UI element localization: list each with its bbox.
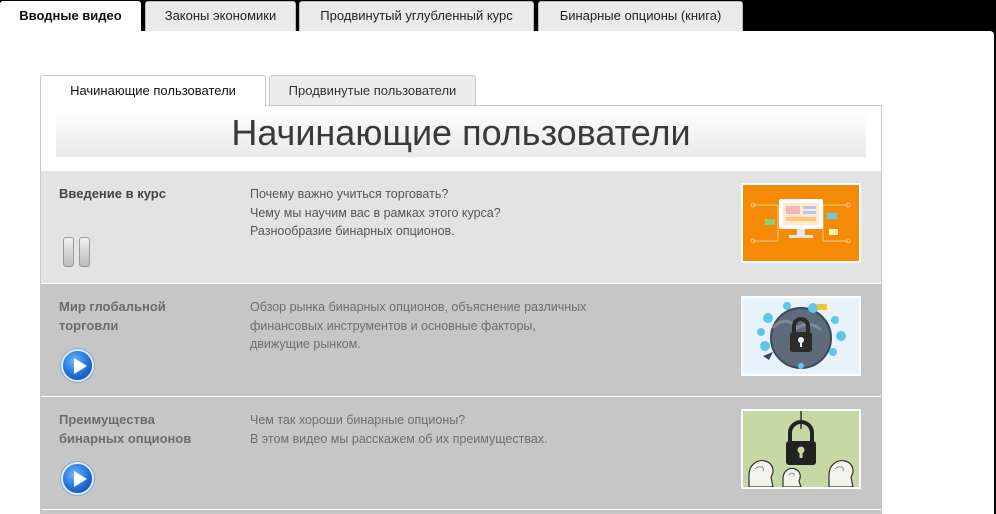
lesson-description-line: Почему важно учиться торговать? (250, 187, 449, 201)
lesson-description: Обзор рынка бинарных опционов, объяснени… (250, 298, 650, 354)
lesson-description-line: Обзор рынка бинарных опционов, объяснени… (250, 300, 587, 314)
lesson-description-line: Чему мы научим вас в рамках этого курса? (250, 205, 501, 220)
tab-intro-videos[interactable]: Вводные видео (0, 1, 141, 32)
main-panel: Начинающие пользователи Продвинутые поль… (0, 31, 994, 514)
globe-lock-icon[interactable] (741, 296, 861, 376)
lesson-row[interactable]: Введение в курс Почему важно учиться тор… (41, 171, 881, 283)
section-title: Начинающие пользователи (231, 112, 691, 153)
pause-icon[interactable] (63, 237, 91, 267)
lessons-panel: Начинающие пользователи Введение в курс … (40, 105, 882, 514)
lesson-row[interactable]: Преимущества бинарных опционов Чем так х… (41, 397, 881, 509)
tab-economy-laws[interactable]: Законы экономики (145, 1, 296, 31)
play-icon[interactable] (61, 462, 94, 495)
lesson-description-line: движущие рынком. (250, 337, 361, 351)
play-icon[interactable] (61, 349, 94, 382)
lesson-title: Преимущества бинарных опционов (59, 412, 192, 446)
lesson-title: Введение в курс (59, 186, 166, 201)
lesson-row[interactable]: Мир глобальной торговли Обзор рынка бина… (41, 284, 881, 396)
tab-advanced-users[interactable]: Продвинутые пользователи (269, 75, 476, 106)
lesson-row (41, 510, 881, 514)
tab-binary-options-book[interactable]: Бинарные опционы (книга) (538, 1, 743, 31)
top-tab-bar: Вводные видео Законы экономики Продвинут… (0, 0, 996, 32)
lesson-description-line: Разнообразие бинарных опционов. (250, 224, 455, 238)
tab-beginner-users[interactable]: Начинающие пользователи (40, 75, 266, 107)
lesson-description-line: финансовых инструментов и основные факто… (250, 318, 536, 333)
lesson-description: Почему важно учиться торговать? Чему мы … (250, 185, 650, 241)
lesson-description-line: Чем так хороши бинарные опционы? (250, 413, 466, 427)
lesson-description: Чем так хороши бинарные опционы? В этом … (250, 411, 650, 448)
tab-advanced-course[interactable]: Продвинутый углубленный курс (299, 1, 534, 31)
lock-heads-icon[interactable] (741, 409, 861, 489)
lesson-title: Мир глобальной торговли (59, 299, 166, 333)
section-header: Начинающие пользователи (56, 109, 866, 157)
lesson-description-line: В этом видео мы расскажем об их преимуще… (250, 431, 548, 446)
computer-screen-icon[interactable] (741, 183, 861, 263)
